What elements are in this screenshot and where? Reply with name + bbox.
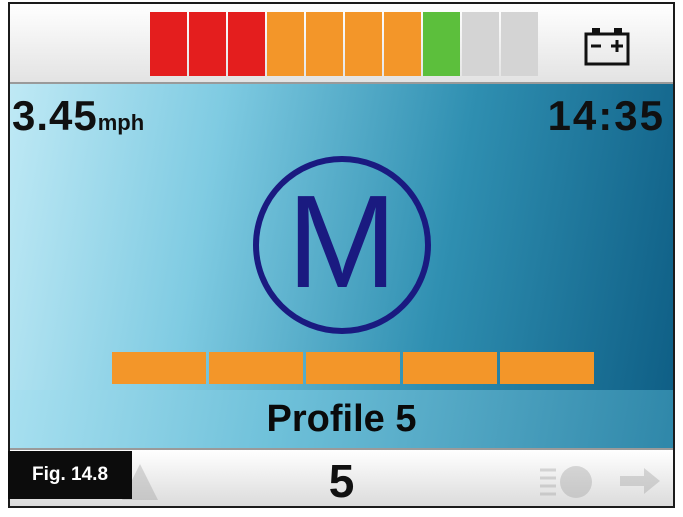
mode-indicator: M [253, 156, 431, 334]
profile-banner: Profile 5 [10, 390, 673, 448]
profile-label: Profile 5 [266, 397, 417, 440]
speed-level-gauge [112, 352, 594, 384]
battery-icon [584, 28, 630, 66]
right-arrow-icon [620, 468, 660, 494]
battery-segment [306, 12, 343, 76]
speed-level-bar [306, 352, 400, 384]
battery-segment [501, 12, 538, 76]
battery-segment [150, 12, 187, 76]
battery-segment [462, 12, 499, 76]
speed-level-bar [209, 352, 303, 384]
speed-value: 3.45 [12, 92, 98, 139]
speed-level-bar [403, 352, 497, 384]
mode-letter: M [287, 168, 397, 315]
battery-segment [189, 12, 226, 76]
speed-readout: 3.45mph [12, 92, 144, 140]
clock: 14:35 [547, 92, 665, 139]
controller-screen: 3.45mph 14:35 M Profile 5 5 [8, 2, 675, 508]
battery-segment [345, 12, 382, 76]
figure-label: Fig. 14.8 [8, 451, 132, 499]
battery-segment [384, 12, 421, 76]
battery-gauge [150, 12, 538, 76]
battery-segment [228, 12, 265, 76]
battery-segment [423, 12, 460, 76]
display-frame: 3.45mph 14:35 M Profile 5 5 Fig. 14.8 [0, 0, 683, 517]
battery-status-bar [10, 4, 673, 84]
lights-icon [540, 466, 592, 498]
speed-unit: mph [97, 110, 145, 135]
speed-level-bar [500, 352, 594, 384]
main-display: 3.45mph 14:35 M [10, 84, 673, 390]
speed-level-bar [112, 352, 206, 384]
battery-segment [267, 12, 304, 76]
